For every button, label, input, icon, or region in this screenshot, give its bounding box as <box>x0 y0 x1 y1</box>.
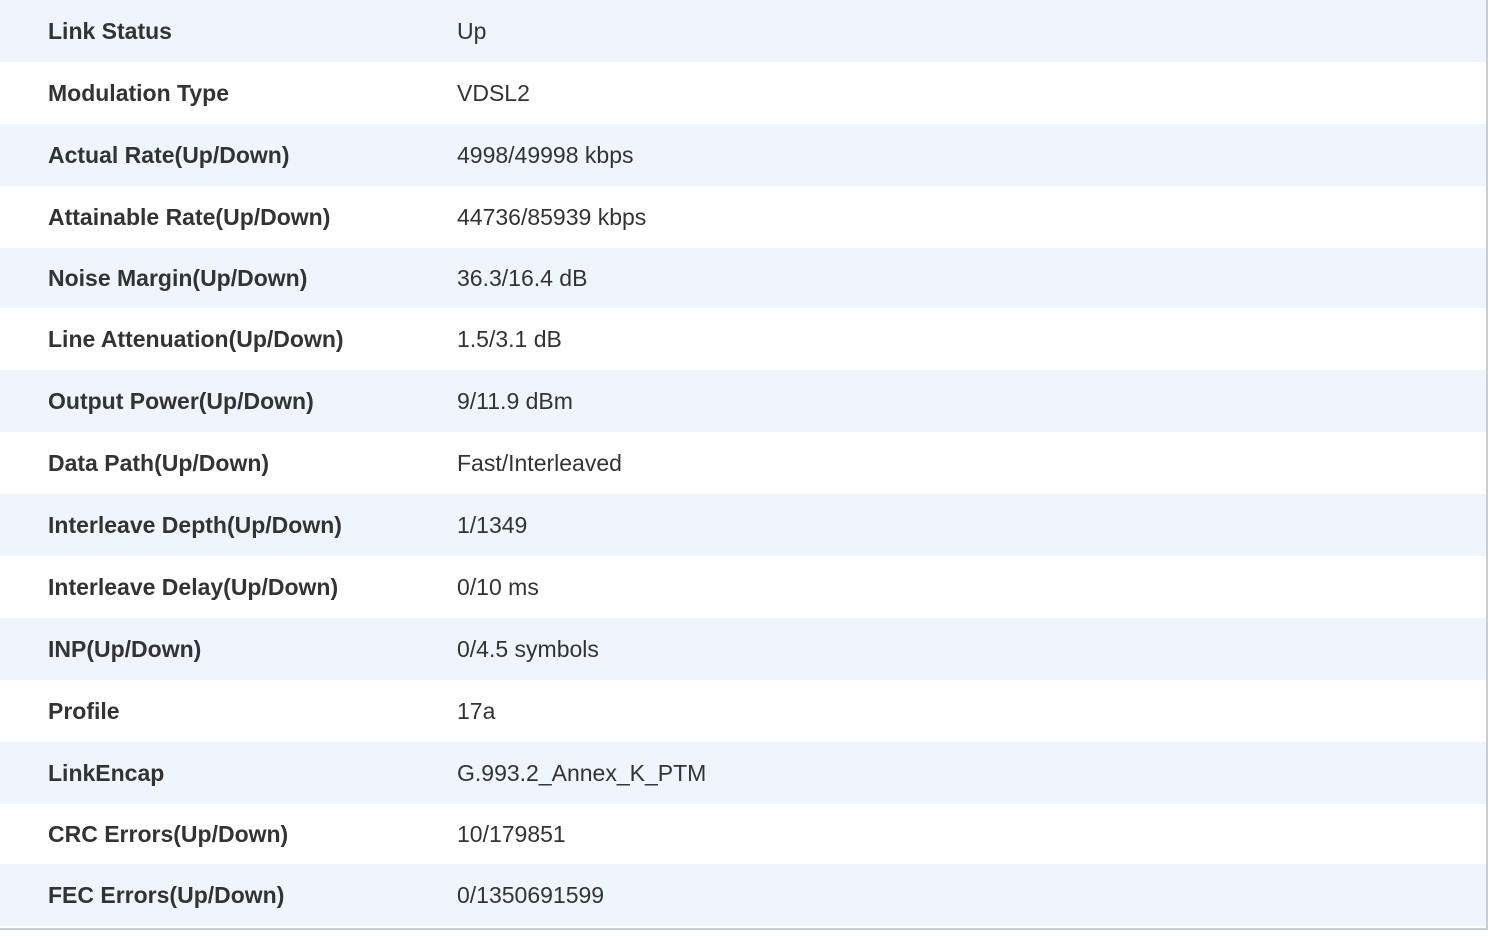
row-label: INP(Up/Down) <box>48 635 202 662</box>
table-row: Profile 17a <box>0 680 1486 742</box>
row-label: Output Power(Up/Down) <box>48 387 314 414</box>
row-value: 17a <box>457 697 496 724</box>
row-label: Link Status <box>48 17 172 44</box>
row-label: Profile <box>48 697 120 724</box>
row-label: LinkEncap <box>48 759 165 786</box>
row-value: 1/1349 <box>457 511 528 538</box>
table-row: Noise Margin(Up/Down) 36.3/16.4 dB <box>0 248 1486 308</box>
row-value: 44736/85939 kbps <box>457 203 647 230</box>
table-row: Line Attenuation(Up/Down) 1.5/3.1 dB <box>0 308 1486 370</box>
row-value: Up <box>457 17 487 44</box>
row-label: CRC Errors(Up/Down) <box>48 820 289 847</box>
table-row: Attainable Rate(Up/Down) 44736/85939 kbp… <box>0 186 1486 248</box>
row-label: Interleave Depth(Up/Down) <box>48 511 342 538</box>
row-value: 9/11.9 dBm <box>457 387 573 414</box>
table-row: LinkEncap G.993.2_Annex_K_PTM <box>0 742 1486 804</box>
table-row: FEC Errors(Up/Down) 0/1350691599 <box>0 864 1486 926</box>
dsl-status-table: Link Status Up Modulation Type VDSL2 Act… <box>0 0 1488 930</box>
row-value: 0/1350691599 <box>457 881 605 908</box>
table-row: Interleave Delay(Up/Down) 0/10 ms <box>0 556 1486 618</box>
row-value: 10/179851 <box>457 820 566 847</box>
table-row: Interleave Depth(Up/Down) 1/1349 <box>0 494 1486 556</box>
row-value: 0/10 ms <box>457 573 539 600</box>
row-value: 1.5/3.1 dB <box>457 325 562 352</box>
table-row: Data Path(Up/Down) Fast/Interleaved <box>0 432 1486 494</box>
row-label: Noise Margin(Up/Down) <box>48 264 308 291</box>
row-label: Attainable Rate(Up/Down) <box>48 203 331 230</box>
row-value: G.993.2_Annex_K_PTM <box>457 759 707 786</box>
row-label: FEC Errors(Up/Down) <box>48 881 285 908</box>
row-label: Modulation Type <box>48 79 230 106</box>
row-value: Fast/Interleaved <box>457 449 622 476</box>
row-value: 0/4.5 symbols <box>457 635 599 662</box>
row-value: 4998/49998 kbps <box>457 141 634 168</box>
table-row: Link Status Up <box>0 0 1486 62</box>
row-value: VDSL2 <box>457 79 530 106</box>
row-value: 36.3/16.4 dB <box>457 264 588 291</box>
table-row: Output Power(Up/Down) 9/11.9 dBm <box>0 370 1486 432</box>
table-row: Modulation Type VDSL2 <box>0 62 1486 124</box>
table-row: CRC Errors(Up/Down) 10/179851 <box>0 804 1486 864</box>
row-label: Data Path(Up/Down) <box>48 449 270 476</box>
row-label: Actual Rate(Up/Down) <box>48 141 290 168</box>
row-label: Interleave Delay(Up/Down) <box>48 573 339 600</box>
row-label: Line Attenuation(Up/Down) <box>48 325 344 352</box>
table-row: INP(Up/Down) 0/4.5 symbols <box>0 618 1486 680</box>
table-row: Actual Rate(Up/Down) 4998/49998 kbps <box>0 124 1486 186</box>
